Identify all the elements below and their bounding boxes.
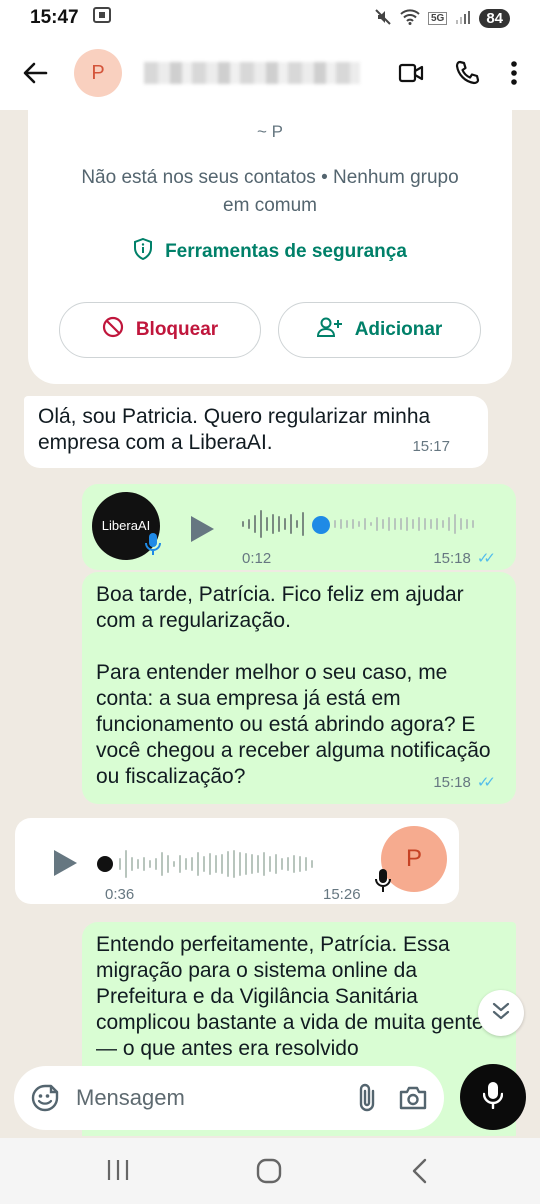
message-time: 15:17 xyxy=(412,438,450,455)
outgoing-message[interactable]: Boa tarde, Patrícia. Fico feliz em ajuda… xyxy=(82,572,516,804)
phone-call-icon[interactable] xyxy=(454,60,480,86)
scroll-to-bottom-button[interactable] xyxy=(478,990,524,1036)
playback-position[interactable] xyxy=(97,856,113,872)
safety-tools-link[interactable]: Ferramentas de segurança xyxy=(28,237,512,266)
playback-position[interactable] xyxy=(312,516,330,534)
message-text: Entendo perfeitamente, Patrícia. Essa mi… xyxy=(96,933,484,1060)
waveform[interactable] xyxy=(242,506,304,542)
voice-record-button[interactable] xyxy=(460,1064,526,1130)
back-arrow-icon[interactable] xyxy=(20,58,50,88)
recent-apps-icon[interactable] xyxy=(106,1158,130,1187)
chat-area[interactable]: ~ P Não está nos seus contatos • Nenhum … xyxy=(0,110,540,1136)
message-text: Boa tarde, Patrícia. Fico feliz em ajuda… xyxy=(96,583,491,788)
add-label: Adicionar xyxy=(354,319,443,340)
play-button-icon[interactable] xyxy=(188,514,216,551)
outgoing-voice-message[interactable]: LiberaAI 0:12 15:18 ✓✓ xyxy=(82,484,516,570)
add-contact-button[interactable]: Adicionar xyxy=(278,302,481,358)
block-button[interactable]: Bloquear xyxy=(59,302,261,358)
mic-badge-icon xyxy=(375,868,391,901)
system-navigation-bar xyxy=(0,1138,540,1204)
contact-avatar[interactable]: P xyxy=(74,49,122,97)
read-receipt-icon: ✓✓ xyxy=(476,774,496,791)
incoming-voice-message[interactable]: 0:36 15:26 P xyxy=(15,818,459,904)
message-time: 15:26 xyxy=(323,886,361,903)
mic-badge-icon xyxy=(145,532,161,563)
message-input[interactable]: Mensagem xyxy=(76,1085,185,1111)
double-chevron-down-icon xyxy=(491,1001,511,1026)
signal-icon xyxy=(455,9,471,28)
home-icon[interactable] xyxy=(256,1158,282,1189)
contact-push-name: ~ P xyxy=(257,122,283,141)
voice-duration: 0:36 xyxy=(105,886,135,903)
status-bar: 15:47 5G 84 xyxy=(0,0,540,36)
microphone-icon xyxy=(482,1081,504,1114)
wifi-icon xyxy=(400,8,420,28)
shield-icon xyxy=(133,237,153,266)
paperclip-icon[interactable] xyxy=(356,1083,378,1113)
waveform[interactable] xyxy=(119,846,313,882)
message-time: 15:18 xyxy=(433,550,471,567)
play-button-icon[interactable] xyxy=(51,848,79,885)
block-label: Bloquear xyxy=(135,319,219,340)
contact-status-info: Não está nos seus contatos • Nenhum grup… xyxy=(81,167,459,216)
screenshot-icon xyxy=(92,7,111,29)
camera-icon[interactable] xyxy=(398,1085,428,1111)
contact-name-redacted[interactable] xyxy=(144,62,360,84)
read-receipt-icon: ✓✓ xyxy=(476,550,496,567)
incoming-message[interactable]: Olá, sou Patricia. Quero regularizar min… xyxy=(24,396,488,468)
network-type: 5G xyxy=(427,11,448,25)
mute-icon xyxy=(374,8,392,29)
back-nav-icon[interactable] xyxy=(410,1158,430,1189)
contact-info-card: ~ P Não está nos seus contatos • Nenhum … xyxy=(28,110,512,384)
voice-duration: 0:12 xyxy=(242,550,272,567)
waveform-remaining[interactable] xyxy=(334,506,474,542)
video-call-icon[interactable] xyxy=(398,62,424,84)
chat-header: P xyxy=(0,36,540,110)
message-time: 15:18 xyxy=(433,774,471,791)
message-compose-bar[interactable]: Mensagem xyxy=(14,1066,444,1130)
safety-tools-label: Ferramentas de segurança xyxy=(165,241,407,262)
add-person-icon xyxy=(316,316,343,344)
logo-text: LiberaAI xyxy=(101,518,151,533)
sticker-emoji-icon[interactable] xyxy=(30,1083,60,1113)
message-text: Olá, sou Patricia. Quero regularizar min… xyxy=(38,405,431,454)
status-time: 15:47 xyxy=(30,7,79,28)
battery-indicator: 84 xyxy=(479,8,510,28)
block-icon xyxy=(102,316,124,344)
more-options-icon[interactable] xyxy=(510,60,518,86)
